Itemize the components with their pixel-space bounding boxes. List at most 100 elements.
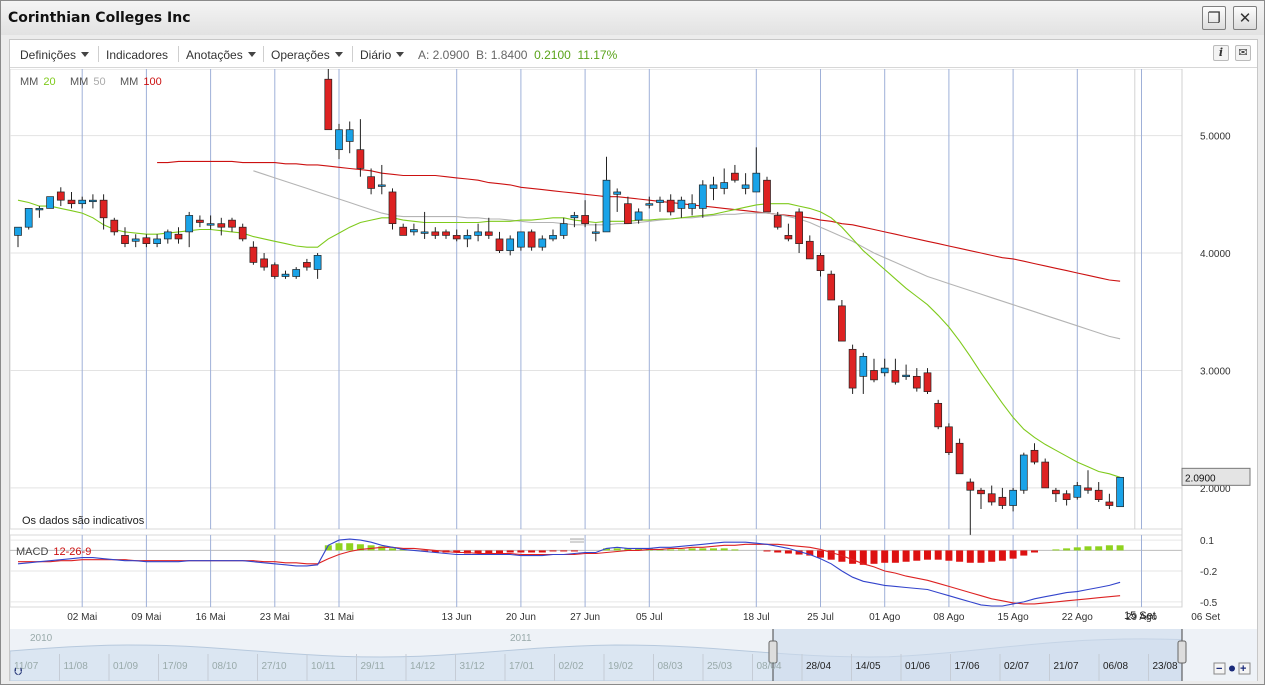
candle-down [827,273,836,301]
navigator-date-label: 23/08 [1153,661,1178,672]
macd-hist-negative [774,550,782,553]
candle-down [581,215,589,225]
restore-window-button[interactable]: ❐ [1202,6,1226,30]
legend: MM 20 MM 50 MM 100 [20,76,162,88]
date-tick-label: 25 Jul [807,612,834,623]
candle-down [870,370,878,381]
candle-up [1009,489,1017,506]
navigator-date-label: 28/04 [806,661,831,672]
candle-down [260,258,268,268]
candle-up [656,199,664,203]
range-end-label: 15 Set [1124,610,1156,622]
date-tick-label: 18 Jul [743,612,770,623]
date-tick-label: 02 Mai [67,612,97,623]
candle-up [506,238,515,252]
candle-down [1041,461,1050,489]
price-change: 0.2100 [534,48,571,62]
candle-down [196,219,204,223]
navigator[interactable]: 2010 201111/07 11/08 01/09 17/09 08/10 27/10 10… [10,629,1257,681]
macd-hist-negative [1031,550,1038,553]
chart-window: Corinthian Colleges Inc ❐ ✕ Definições I… [0,0,1265,685]
candle-down [816,255,825,271]
candle-down [784,235,793,240]
price-plot-border [10,69,1183,530]
expand-icon: ⮋ [13,666,22,678]
candle-up [645,203,654,206]
macd-hist-positive [720,548,728,551]
candle-down [966,481,975,491]
candle-up [14,226,22,236]
operations-menu[interactable]: Operações [271,48,343,62]
indicators-menu[interactable]: Indicadores [106,48,168,62]
legend-ma50: MM 50 [70,76,106,88]
macd-hist-positive [346,543,354,551]
candle-up [634,211,643,221]
candle-down [303,262,311,268]
chevron-down-icon [396,52,405,57]
toolbar-divider [178,46,179,62]
date-tick-label: 01 Ago [869,612,901,623]
date-tick-label: 05 Jul [636,612,663,623]
candle-down [773,215,782,228]
candle-up [345,129,354,142]
settings-menu[interactable]: Definições [20,48,90,62]
date-tick-label: 31 Mai [324,612,354,623]
candle-up [517,231,525,248]
macd-hist-positive [688,548,696,551]
candle-up [602,179,611,233]
candle-up [1073,485,1082,498]
close-window-button[interactable]: ✕ [1233,6,1257,30]
navigator-date-label: 08/10 [212,661,237,672]
candle-down [666,199,675,213]
candle-down [763,179,771,213]
navigator-date-label: 19/02 [608,661,633,672]
date-tick-label: 13 Jun [442,612,472,623]
annotations-menu[interactable]: Anotações [186,48,256,62]
macd-hist-positive [731,549,739,551]
candle-up [24,208,33,228]
navigator-date-label: 17/06 [955,661,980,672]
data-notice: Os dados são indicativos [22,515,145,527]
macd-hist-positive [613,548,621,551]
candle-down [923,372,932,392]
macd-hist-negative [966,550,974,563]
info-icon[interactable]: i [1213,45,1229,61]
candle-down [174,233,183,240]
candle-down [249,246,258,263]
candle-up [463,235,472,240]
zoom-reset-icon [1229,665,1235,672]
mail-icon[interactable]: ✉ [1235,45,1251,61]
window-title: Corinthian Colleges Inc [8,10,191,26]
period-menu[interactable]: Diário [360,48,405,62]
candle-up [570,215,579,219]
last-price-label: 2.0900 [1185,473,1216,484]
restore-icon: ❐ [1207,10,1221,27]
candle-up [591,231,600,234]
candle-up [559,223,568,236]
toolbar-divider [352,46,353,62]
navigator-date-label: 01/06 [905,661,930,672]
candle-up [677,199,686,209]
price-change-percent: 11.17% [577,48,618,62]
settings-menu-label: Definições [20,48,77,62]
candle-down [452,235,461,240]
candle-down [624,203,632,225]
macd-panel [17,538,1124,607]
macd-hist-negative [913,550,921,561]
quote-readout: A: 2.0900 B: 1.8400 0.2100 11.17% [418,48,617,62]
macd-hist-positive [677,549,685,551]
candle-down [527,231,536,248]
macd-hist-positive [1084,546,1092,551]
date-tick-label: 08 Ago [933,612,965,623]
navigator-year-label: 2011 [510,633,532,644]
chart-frame: Definições Indicadores Anotações Operaçõ… [9,39,1258,681]
macd-hist-negative [945,550,953,561]
candle-up [131,238,140,242]
date-tick-label: 09 Mai [131,612,161,623]
date-tick-label: 06 Set [1191,612,1220,623]
navigator-date-label: 31/12 [460,661,485,672]
candle-down [484,231,493,236]
candle-down [891,370,900,383]
candle-up [688,203,696,209]
candle-down [1052,489,1060,495]
